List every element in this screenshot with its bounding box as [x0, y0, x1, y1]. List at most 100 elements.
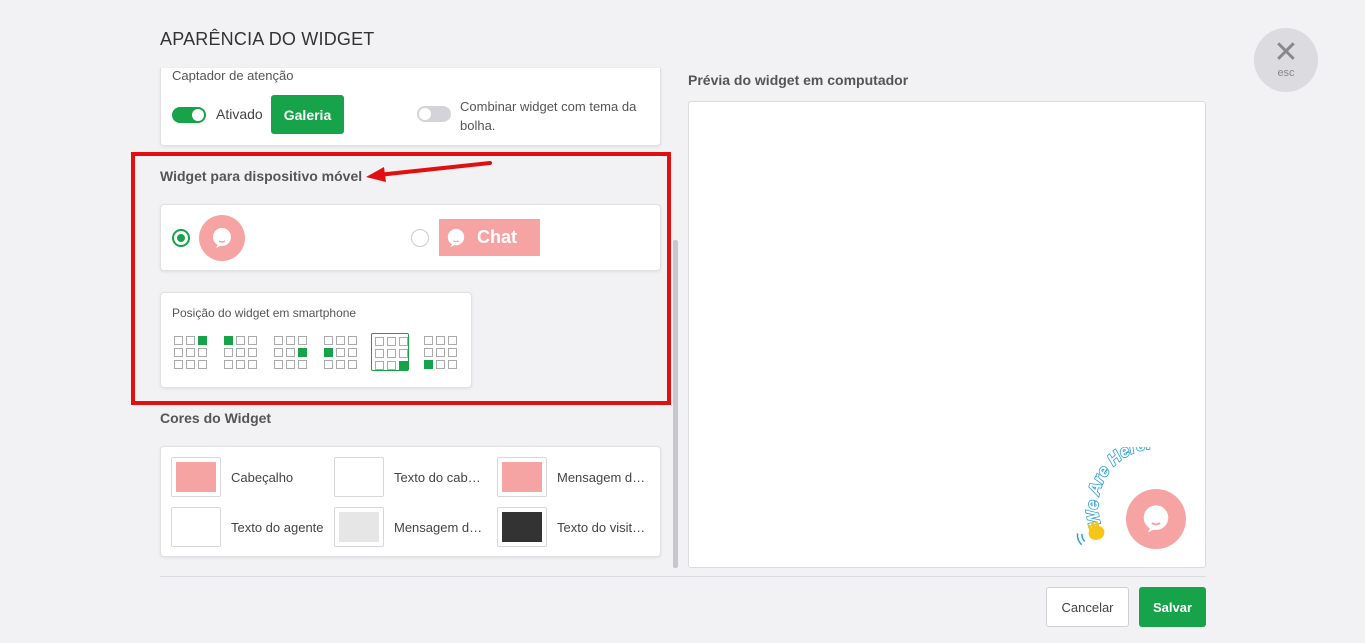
position-cell	[248, 360, 257, 369]
widget-colors-title: Cores do Widget	[160, 410, 272, 426]
color-label: Texto do cabeçalho	[394, 469, 484, 485]
position-cell	[236, 348, 245, 357]
bubble-widget-preview[interactable]	[199, 215, 245, 261]
swatch-fill	[176, 462, 216, 492]
close-button[interactable]: ✕ esc	[1254, 28, 1318, 92]
color-swatch[interactable]	[171, 457, 221, 497]
position-cell	[236, 360, 245, 369]
color-swatch[interactable]	[497, 457, 547, 497]
position-cell	[286, 336, 295, 345]
color-item-visitor-text[interactable]: Texto do visitante	[497, 507, 651, 547]
attention-grabber-label: Captador de atenção	[172, 68, 294, 83]
color-label: Texto do agente	[231, 519, 324, 535]
position-cell	[387, 361, 396, 370]
position-cell	[298, 348, 307, 357]
position-cell	[448, 336, 457, 345]
position-cell	[198, 360, 207, 369]
cancel-button[interactable]: Cancelar	[1046, 587, 1129, 627]
position-cell	[186, 336, 195, 345]
position-cell	[436, 360, 445, 369]
position-cell	[324, 336, 333, 345]
combine-theme-toggle[interactable]	[417, 106, 451, 122]
close-label: esc	[1277, 67, 1295, 79]
bubble-style-radio[interactable]	[172, 229, 190, 247]
position-cell	[348, 348, 357, 357]
position-cell	[448, 348, 457, 357]
position-cell	[186, 360, 195, 369]
position-option[interactable]	[371, 333, 409, 371]
position-cell	[399, 361, 408, 370]
position-cell	[236, 336, 245, 345]
position-option[interactable]	[421, 333, 459, 371]
position-option[interactable]	[321, 333, 359, 371]
position-cell	[224, 360, 233, 369]
color-item-agent-text[interactable]: Texto do agente	[171, 507, 335, 547]
position-cell	[348, 360, 357, 369]
color-item-agent-message[interactable]: Mensagem do agente	[497, 457, 651, 497]
color-label: Mensagem do agente	[557, 469, 651, 485]
save-button[interactable]: Salvar	[1139, 587, 1206, 627]
toggle-knob	[192, 109, 204, 121]
position-cell	[375, 337, 384, 346]
position-cell	[174, 348, 183, 357]
color-label: Mensagem do visitante	[394, 519, 486, 535]
position-cell	[274, 360, 283, 369]
mobile-widget-options: Chat	[160, 204, 661, 271]
position-cell	[336, 348, 345, 357]
position-cell	[348, 336, 357, 345]
position-cell	[387, 349, 396, 358]
close-icon: ✕	[1273, 35, 1299, 70]
color-item-header[interactable]: Cabeçalho	[171, 457, 335, 497]
position-cell	[436, 348, 445, 357]
modal-title: APARÊNCIA DO WIDGET	[160, 29, 375, 49]
position-cell	[174, 360, 183, 369]
swatch-fill	[339, 512, 379, 542]
smartphone-position-card: Posição do widget em smartphone	[160, 292, 472, 388]
color-label: Texto do visitante	[557, 519, 651, 535]
position-option[interactable]	[221, 333, 259, 371]
position-cell	[274, 336, 283, 345]
color-label: Cabeçalho	[231, 469, 294, 485]
position-cell	[298, 360, 307, 369]
position-cell	[448, 360, 457, 369]
preview-chat-widget[interactable]	[1126, 489, 1186, 549]
gallery-button[interactable]: Galeria	[271, 95, 344, 134]
color-item-header-text[interactable]: Texto do cabeçalho	[334, 457, 484, 497]
position-cell	[224, 348, 233, 357]
position-cell	[174, 336, 183, 345]
position-cell	[424, 336, 433, 345]
position-cell	[274, 348, 283, 357]
position-cell	[324, 360, 333, 369]
position-cell	[399, 337, 408, 346]
color-swatch[interactable]	[334, 507, 384, 547]
toggle-knob	[419, 108, 431, 120]
position-cell	[424, 360, 433, 369]
position-cell	[324, 348, 333, 357]
button-style-radio[interactable]	[411, 229, 429, 247]
chat-bubble-icon	[1143, 505, 1169, 533]
color-item-visitor-message[interactable]: Mensagem do visitante	[334, 507, 486, 547]
position-cell	[224, 336, 233, 345]
swatch-fill	[176, 512, 216, 542]
position-cell	[436, 336, 445, 345]
color-swatch[interactable]	[171, 507, 221, 547]
desktop-preview-panel: We Are Here!	[688, 101, 1206, 568]
color-swatch[interactable]	[334, 457, 384, 497]
swatch-fill	[502, 462, 542, 492]
mobile-widget-title: Widget para dispositivo móvel	[160, 168, 363, 184]
position-cell	[248, 348, 257, 357]
color-swatch[interactable]	[497, 507, 547, 547]
scrollbar[interactable]	[673, 240, 678, 568]
attention-enabled-label: Ativado	[216, 106, 263, 122]
swatch-fill	[502, 512, 542, 542]
position-option[interactable]	[271, 333, 309, 371]
chat-button-widget-preview[interactable]: Chat	[439, 219, 540, 256]
position-cell	[424, 348, 433, 357]
swatch-fill	[339, 462, 379, 492]
position-cell	[387, 337, 396, 346]
position-cell	[286, 348, 295, 357]
position-option[interactable]	[171, 333, 209, 371]
attention-enabled-toggle[interactable]	[172, 107, 206, 123]
position-cell	[375, 349, 384, 358]
position-cell	[248, 336, 257, 345]
